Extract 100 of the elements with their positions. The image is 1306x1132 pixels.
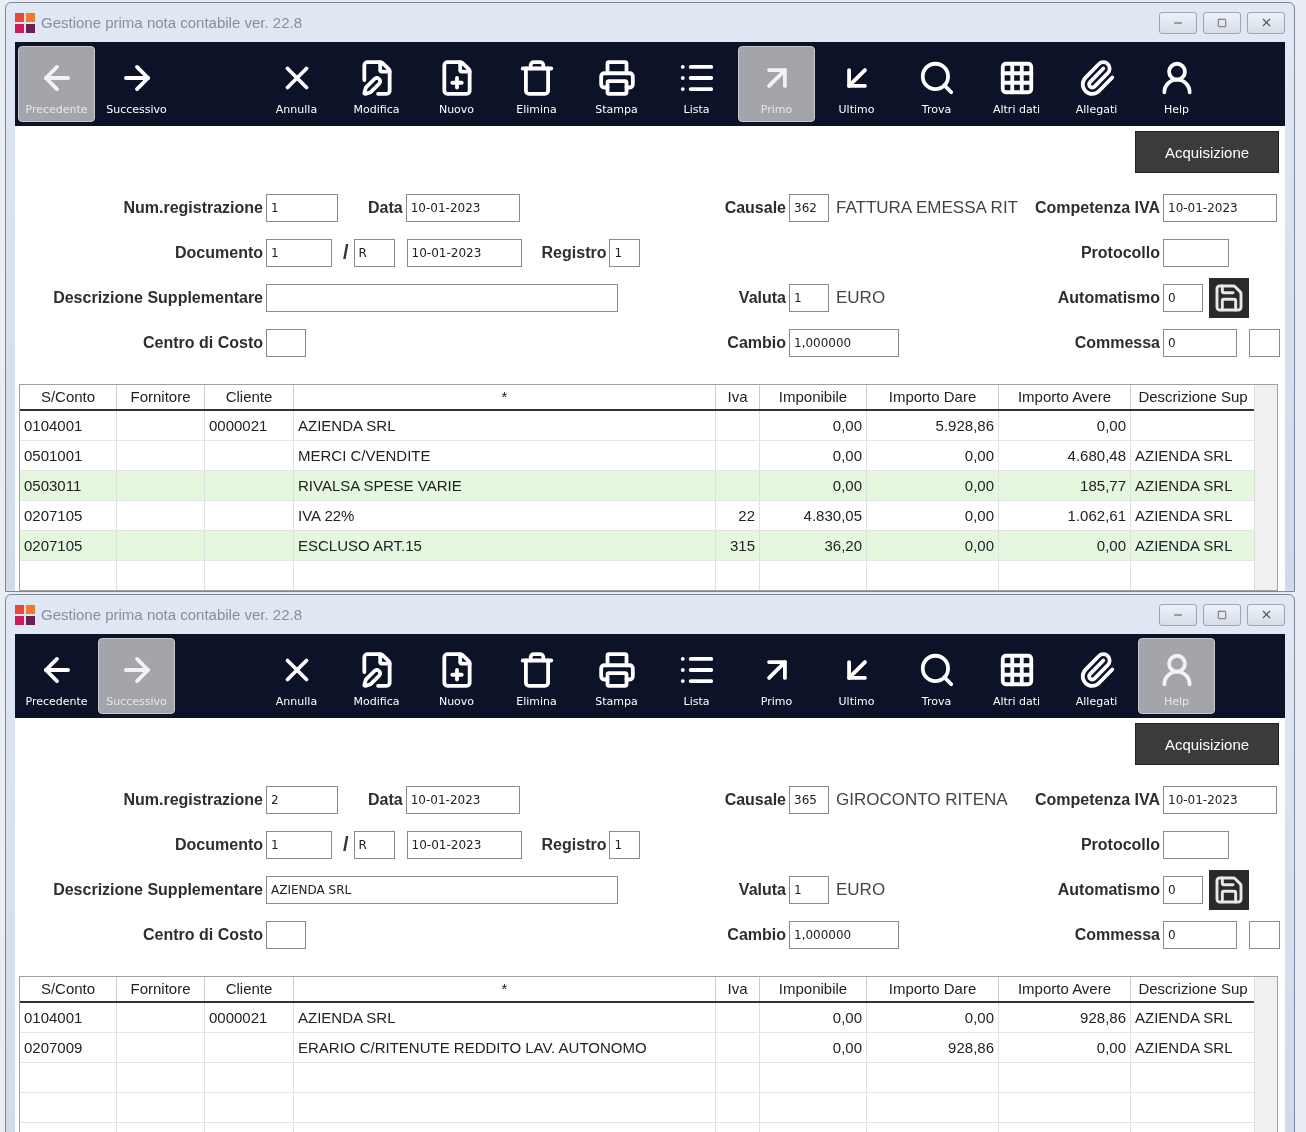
column-header[interactable]: Importo Avere — [999, 977, 1131, 1001]
acquisition-button[interactable]: Acquisizione — [1135, 723, 1279, 765]
input-field[interactable]: R — [353, 830, 395, 859]
table-row[interactable]: 0207105 ESCLUSO ART.15 315 36,20 0,00 0,00 AZIENDA SRL — [20, 531, 1254, 561]
table-cell: ERARIO C/RITENUTE REDDITO LAV. AUTONOMO — [294, 1033, 716, 1062]
toolbar-button[interactable]: Nuovo — [418, 46, 495, 122]
toolbar-button[interactable]: Precedente — [18, 638, 95, 714]
input-field[interactable] — [1249, 328, 1280, 357]
close-button[interactable] — [1247, 603, 1285, 626]
toolbar-button[interactable]: Ultimo — [818, 638, 895, 714]
input-field[interactable]: 10-01-2023 — [1163, 785, 1277, 814]
field-label: Num.registrazione — [122, 790, 263, 809]
input-field[interactable]: 0 — [1163, 920, 1237, 949]
input-field[interactable]: 0 — [1163, 875, 1203, 904]
close-button[interactable] — [1247, 11, 1285, 34]
save-button[interactable] — [1209, 869, 1249, 910]
toolbar-button[interactable]: Primo — [738, 638, 815, 714]
input-field[interactable] — [266, 920, 306, 949]
table-row[interactable]: 0104001 0000021 AZIENDA SRL 0,00 0,00 928,86 AZIENDA SRL — [20, 1003, 1254, 1033]
toolbar-button[interactable]: Modifica — [338, 638, 415, 714]
table-row[interactable]: 0207105 IVA 22% 22 4.830,05 0,00 1.062,61 AZIENDA SRL — [20, 501, 1254, 531]
column-header[interactable]: Importo Dare — [867, 385, 999, 409]
column-header[interactable]: * — [294, 385, 716, 409]
toolbar-button[interactable]: Lista — [658, 46, 735, 122]
column-header[interactable]: Imponibile — [760, 385, 867, 409]
table-row[interactable]: 0501001 MERCI C/VENDITE 0,00 0,00 4.680,48 AZIENDA SRL — [20, 441, 1254, 471]
toolbar-button[interactable]: Trova — [898, 46, 975, 122]
input-field[interactable]: 1 — [266, 238, 332, 267]
input-field[interactable]: 10-01-2023 — [406, 830, 522, 859]
toolbar-button[interactable]: Lista — [658, 638, 735, 714]
input-field[interactable]: 10-01-2023 — [406, 238, 522, 267]
column-header[interactable]: Cliente — [205, 385, 294, 409]
input-field[interactable]: 362 — [789, 193, 829, 222]
input-field[interactable]: AZIENDA SRL — [266, 875, 618, 904]
input-field[interactable]: 1 — [266, 830, 332, 859]
input-field[interactable]: 10-01-2023 — [405, 785, 520, 814]
toolbar-button[interactable]: Modifica — [338, 46, 415, 122]
maximize-button[interactable] — [1203, 11, 1241, 34]
column-header[interactable]: * — [294, 977, 716, 1001]
input-field[interactable] — [1163, 830, 1229, 859]
toolbar-button[interactable]: Annulla — [258, 46, 335, 122]
input-field[interactable]: 1,000000 — [789, 328, 899, 357]
input-field[interactable]: 10-01-2023 — [1163, 193, 1277, 222]
table-cell: 0503011 — [20, 471, 117, 500]
input-field[interactable]: 1 — [266, 193, 338, 222]
minimize-button[interactable] — [1159, 11, 1197, 34]
toolbar-button[interactable]: Elimina — [498, 46, 575, 122]
table-row[interactable]: 0207009 ERARIO C/RITENUTE REDDITO LAV. AUTONOMO 0,00 928,86 0,00 AZIENDA SRL — [20, 1033, 1254, 1063]
column-header[interactable]: Importo Avere — [999, 385, 1131, 409]
input-field[interactable] — [1163, 238, 1229, 267]
maximize-button[interactable] — [1203, 603, 1241, 626]
column-header[interactable]: Iva — [716, 977, 760, 1001]
column-header[interactable]: Importo Dare — [867, 977, 999, 1001]
table-cell: 0,00 — [999, 1033, 1131, 1062]
table-row[interactable]: 0104001 0000021 AZIENDA SRL 0,00 5.928,86 0,00 — [20, 411, 1254, 441]
column-header[interactable]: Cliente — [205, 977, 294, 1001]
input-field[interactable] — [266, 328, 306, 357]
toolbar-button[interactable]: Nuovo — [418, 638, 495, 714]
toolbar-button[interactable]: Allegati — [1058, 46, 1135, 122]
minimize-button[interactable] — [1159, 603, 1197, 626]
column-header[interactable]: Fornitore — [117, 385, 205, 409]
table-cell: 0,00 — [999, 411, 1131, 440]
column-header[interactable]: S/Conto — [20, 977, 117, 1001]
toolbar-button[interactable]: Annulla — [258, 638, 335, 714]
column-header[interactable]: S/Conto — [20, 385, 117, 409]
table-row[interactable]: 0503011 RIVALSA SPESE VARIE 0,00 0,00 185,77 AZIENDA SRL — [20, 471, 1254, 501]
input-field[interactable]: R — [353, 238, 395, 267]
toolbar-button[interactable]: Elimina — [498, 638, 575, 714]
input-field[interactable]: 1 — [789, 283, 829, 312]
toolbar-button[interactable]: Altri dati — [978, 638, 1055, 714]
input-field[interactable]: 0 — [1163, 283, 1203, 312]
field-label: Causale — [723, 198, 786, 217]
toolbar-button[interactable]: Ultimo — [818, 46, 895, 122]
input-field[interactable]: 1 — [609, 238, 641, 267]
toolbar-button[interactable]: Successivo — [98, 46, 175, 122]
scrollbar[interactable] — [1254, 385, 1277, 590]
input-field[interactable]: 10-01-2023 — [405, 193, 520, 222]
table-cell: 0207105 — [20, 501, 117, 530]
acquisition-button[interactable]: Acquisizione — [1135, 131, 1279, 173]
toolbar-button[interactable]: Altri dati — [978, 46, 1055, 122]
input-field[interactable] — [266, 283, 618, 312]
toolbar-button[interactable]: Stampa — [578, 638, 655, 714]
toolbar-button[interactable]: Help — [1138, 46, 1215, 122]
table-cell: 22 — [716, 501, 760, 530]
input-field[interactable]: 1 — [789, 875, 829, 904]
scrollbar[interactable] — [1254, 977, 1277, 1132]
input-field[interactable]: 0 — [1163, 328, 1237, 357]
input-field[interactable]: 1 — [609, 830, 641, 859]
column-header[interactable]: Fornitore — [117, 977, 205, 1001]
column-header[interactable]: Imponibile — [760, 977, 867, 1001]
input-field[interactable] — [1249, 920, 1280, 949]
input-field[interactable]: 365 — [789, 785, 829, 814]
field-label: Cambio — [726, 925, 786, 944]
toolbar-button[interactable]: Stampa — [578, 46, 655, 122]
input-field[interactable]: 2 — [266, 785, 338, 814]
input-field[interactable]: 1,000000 — [789, 920, 899, 949]
toolbar-button[interactable]: Allegati — [1058, 638, 1135, 714]
save-button[interactable] — [1209, 277, 1249, 318]
toolbar-button[interactable]: Trova — [898, 638, 975, 714]
column-header[interactable]: Iva — [716, 385, 760, 409]
